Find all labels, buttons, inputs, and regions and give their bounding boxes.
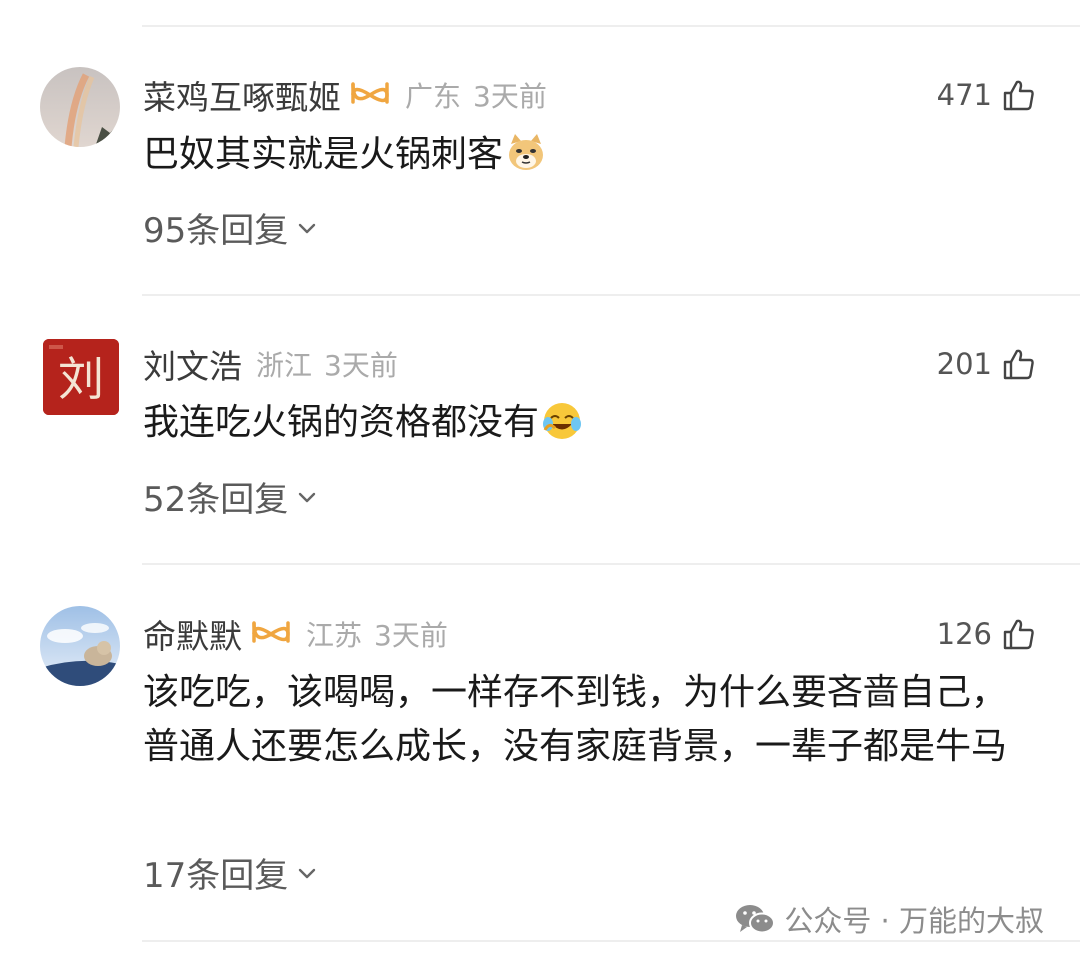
location: 江苏 <box>306 619 363 652</box>
timestamp: 3天前 <box>324 349 398 382</box>
like-count: 471 <box>936 78 992 112</box>
like-button[interactable]: 126 <box>937 612 1036 656</box>
watermark-text: 公众号 · 万能的大叔 <box>784 904 1044 938</box>
like-count: 201 <box>936 347 992 381</box>
view-replies-button[interactable]: 95条回复 <box>143 203 318 252</box>
comment-body: 该吃吃，该喝喝，一样存不到钱，为什么要吝啬自己，普通人还要怎么成长，没有家庭背景… <box>143 672 1008 767</box>
chevron-down-icon <box>299 868 316 878</box>
avatar[interactable]: 刘 <box>43 339 119 415</box>
crying-laughing-emoji-icon <box>543 403 582 439</box>
comment-divider <box>142 294 1080 296</box>
timestamp: 3天前 <box>473 80 547 113</box>
chevron-down-icon <box>299 492 316 502</box>
like-button[interactable]: 471 <box>937 73 1036 117</box>
comment-header: 刘文浩 浙江 3天前 <box>143 342 398 386</box>
reply-count: 17条回复 <box>143 856 289 896</box>
bottom-divider <box>142 940 1080 942</box>
comment-meta: 广东 3天前 <box>405 75 547 115</box>
thumbs-up-icon <box>1003 349 1034 380</box>
wechat-icon <box>736 905 776 934</box>
location: 广东 <box>405 80 462 113</box>
reply-count: 52条回复 <box>143 480 289 520</box>
chevron-down-icon <box>299 223 316 233</box>
thumbs-up-icon <box>1003 80 1034 111</box>
username[interactable]: 菜鸡互啄甄姬 <box>143 71 341 119</box>
watermark: 公众号 · 万能的大叔 <box>734 898 1044 940</box>
svg-text:刘: 刘 <box>58 352 104 406</box>
view-replies-button[interactable]: 52条回复 <box>143 472 318 521</box>
username[interactable]: 刘文浩 <box>143 340 242 388</box>
like-count: 126 <box>936 617 992 651</box>
comment-text: 该吃吃，该喝喝，一样存不到钱，为什么要吝啬自己，普通人还要怎么成长，没有家庭背景… <box>143 666 1033 774</box>
avatar[interactable] <box>40 67 120 147</box>
vip-badge-icon <box>252 621 290 643</box>
comment-header: 菜鸡互啄甄姬 广东 3天前 <box>143 73 547 117</box>
thumbs-up-icon <box>1003 619 1034 650</box>
reply-count: 95条回复 <box>143 211 289 251</box>
comment-header: 命默默 江苏 3天前 <box>143 612 448 656</box>
comment-meta: 江苏 3天前 <box>306 614 448 654</box>
top-divider <box>142 25 1080 27</box>
vip-badge-icon <box>351 82 389 104</box>
comment-divider <box>142 563 1080 565</box>
comment-text: 我连吃火锅的资格都没有 <box>143 396 1033 450</box>
timestamp: 3天前 <box>374 619 448 652</box>
comment-body: 巴奴其实就是火锅刺客 <box>143 134 504 175</box>
username[interactable]: 命默默 <box>143 610 242 658</box>
view-replies-button[interactable]: 17条回复 <box>143 848 318 897</box>
avatar[interactable] <box>40 606 120 686</box>
doge-emoji-icon <box>509 134 544 170</box>
comment-text: 巴奴其实就是火锅刺客 <box>143 128 1033 182</box>
like-button[interactable]: 201 <box>937 342 1036 386</box>
comment-meta: 浙江 3天前 <box>256 344 398 384</box>
comment-body: 我连吃火锅的资格都没有 <box>143 402 540 443</box>
location: 浙江 <box>256 349 313 382</box>
